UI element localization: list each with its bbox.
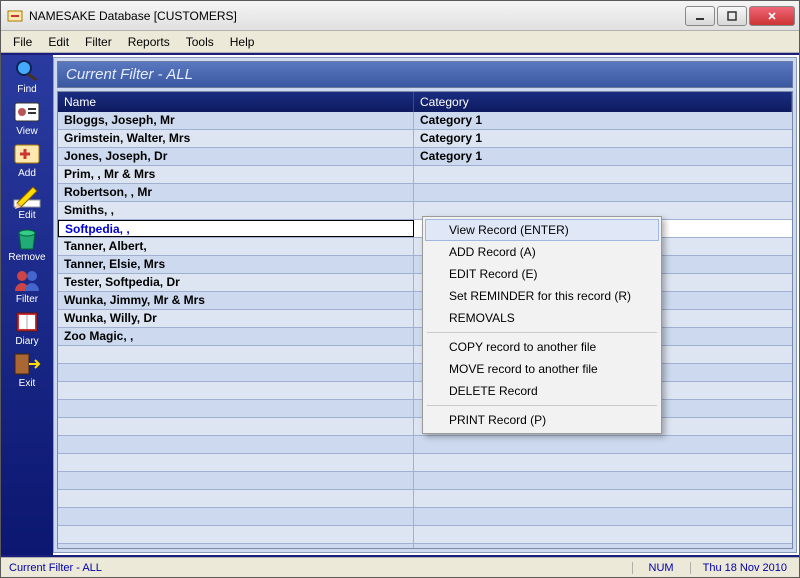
cell-category [414, 184, 792, 201]
window-title: NAMESAKE Database [CUSTOMERS] [29, 9, 685, 23]
cell-name: Grimstein, Walter, Mrs [58, 130, 414, 147]
menu-separator [427, 332, 657, 333]
book-icon [11, 309, 43, 335]
body: Find View Add Edit Remove Filter Diary Exit Cur… [1, 53, 799, 557]
tool-label: Diary [4, 336, 50, 347]
column-header-name[interactable]: Name [58, 92, 414, 112]
titlebar: NAMESAKE Database [CUSTOMERS] [1, 1, 799, 31]
table-row[interactable]: Bloggs, Joseph, MrCategory 1 [58, 112, 792, 130]
menu-filter[interactable]: Filter [77, 33, 120, 51]
tool-label: Exit [4, 378, 50, 389]
cell-name: Wunka, Willy, Dr [58, 310, 414, 327]
cell-category: Category 1 [414, 130, 792, 147]
column-header-category[interactable]: Category [414, 92, 792, 112]
table-row-empty [58, 472, 792, 490]
sidebar: Find View Add Edit Remove Filter Diary Exit [1, 55, 53, 555]
context-menu: View Record (ENTER)ADD Record (A)EDIT Re… [422, 216, 662, 434]
tool-label: Add [4, 168, 50, 179]
menu-tools[interactable]: Tools [178, 33, 222, 51]
cell-name: Zoo Magic, , [58, 328, 414, 345]
cell-category: Category 1 [414, 112, 792, 129]
tool-exit[interactable]: Exit [4, 351, 50, 389]
tool-filter[interactable]: Filter [4, 267, 50, 305]
trash-icon [11, 225, 43, 251]
tool-remove[interactable]: Remove [4, 225, 50, 263]
app-window: NAMESAKE Database [CUSTOMERS] FileEditFi… [0, 0, 800, 578]
plus-card-icon [11, 141, 43, 167]
card-icon [11, 99, 43, 125]
context-item[interactable]: MOVE record to another file [425, 358, 659, 380]
cell-category [414, 166, 792, 183]
tool-edit[interactable]: Edit [4, 183, 50, 221]
table-row-empty [58, 526, 792, 544]
status-filter: Current Filter - ALL [1, 562, 110, 574]
magnifier-icon [11, 57, 43, 83]
tool-label: Find [4, 84, 50, 95]
context-item[interactable]: PRINT Record (P) [425, 409, 659, 431]
table-row-empty [58, 508, 792, 526]
tool-label: Filter [4, 294, 50, 305]
statusbar: Current Filter - ALL NUM Thu 18 Nov 2010 [1, 557, 799, 577]
pencil-icon [11, 183, 43, 209]
cell-name: Prim, , Mr & Mrs [58, 166, 414, 183]
context-item[interactable]: DELETE Record [425, 380, 659, 402]
cell-category: Category 1 [414, 148, 792, 165]
table-row[interactable]: Grimstein, Walter, MrsCategory 1 [58, 130, 792, 148]
cell-name: Tanner, Albert, [58, 238, 414, 255]
cell-name: Softpedia, , [58, 220, 414, 237]
table-row-empty [58, 544, 792, 548]
context-item[interactable]: EDIT Record (E) [425, 263, 659, 285]
table-row-empty [58, 436, 792, 454]
tool-label: Edit [4, 210, 50, 221]
menu-file[interactable]: File [5, 33, 40, 51]
table-row-empty [58, 454, 792, 472]
close-button[interactable] [749, 6, 795, 26]
table-row-empty [58, 490, 792, 508]
context-item[interactable]: REMOVALS [425, 307, 659, 329]
table-row[interactable]: Robertson, , Mr [58, 184, 792, 202]
app-icon [7, 8, 23, 24]
table-row[interactable]: Jones, Joseph, DrCategory 1 [58, 148, 792, 166]
filter-title: Current Filter - ALL [57, 61, 793, 88]
menu-help[interactable]: Help [222, 33, 263, 51]
maximize-button[interactable] [717, 6, 747, 26]
context-item[interactable]: COPY record to another file [425, 336, 659, 358]
tool-label: View [4, 126, 50, 137]
table-row[interactable]: Prim, , Mr & Mrs [58, 166, 792, 184]
cell-name: Bloggs, Joseph, Mr [58, 112, 414, 129]
tool-find[interactable]: Find [4, 57, 50, 95]
exit-icon [11, 351, 43, 377]
cell-name: Robertson, , Mr [58, 184, 414, 201]
cell-name: Wunka, Jimmy, Mr & Mrs [58, 292, 414, 309]
cell-name: Tanner, Elsie, Mrs [58, 256, 414, 273]
minimize-button[interactable] [685, 6, 715, 26]
context-item[interactable]: View Record (ENTER) [425, 219, 659, 241]
status-numlock: NUM [632, 562, 690, 574]
menu-separator [427, 405, 657, 406]
status-date: Thu 18 Nov 2010 [690, 562, 799, 574]
context-item[interactable]: Set REMINDER for this record (R) [425, 285, 659, 307]
window-buttons [685, 6, 799, 26]
cell-name: Tester, Softpedia, Dr [58, 274, 414, 291]
context-item[interactable]: ADD Record (A) [425, 241, 659, 263]
tool-add[interactable]: Add [4, 141, 50, 179]
people-icon [11, 267, 43, 293]
tool-view[interactable]: View [4, 99, 50, 137]
menu-edit[interactable]: Edit [40, 33, 77, 51]
tool-diary[interactable]: Diary [4, 309, 50, 347]
cell-name: Jones, Joseph, Dr [58, 148, 414, 165]
menu-reports[interactable]: Reports [120, 33, 178, 51]
menubar: FileEditFilterReportsToolsHelp [1, 31, 799, 53]
cell-name: Smiths, , [58, 202, 414, 219]
tool-label: Remove [4, 252, 50, 263]
grid-header: Name Category [58, 92, 792, 112]
